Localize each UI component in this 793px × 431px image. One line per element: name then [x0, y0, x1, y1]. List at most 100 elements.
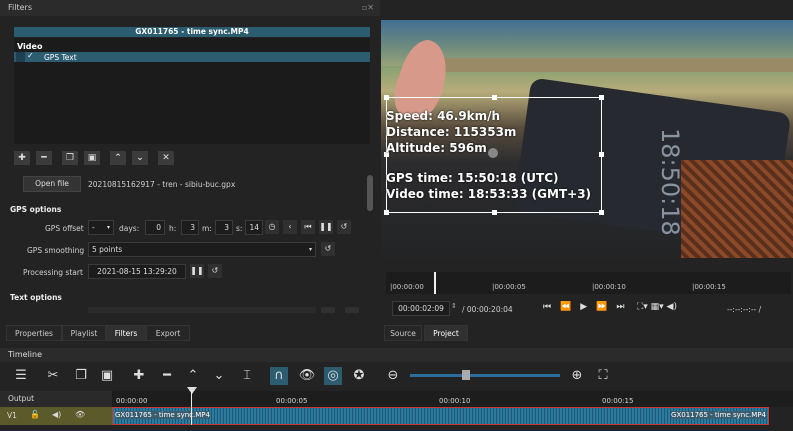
reset-smoothing-icon[interactable]: ↺ [321, 242, 335, 256]
processing-pause-icon[interactable]: ❚❚ [190, 264, 204, 278]
zoom-fit-icon[interactable]: ⛶ [594, 367, 612, 385]
output-track-header: Output [0, 391, 112, 407]
text-options-button[interactable] [321, 307, 335, 313]
timeline-ruler[interactable]: 00:00:00 00:00:05 00:00:10 00:00:15 [112, 391, 793, 407]
tab-project[interactable]: Project [424, 325, 468, 341]
tl-ruler-label-0: 00:00:00 [116, 397, 148, 405]
video-preview[interactable]: 18:50:18 Speed: 46.9km/h Distance: 11535… [381, 20, 793, 258]
gps-options-heading: GPS options [10, 205, 62, 214]
ripple-icon[interactable]: ◎ [324, 367, 342, 385]
lift-icon[interactable]: ⌃ [184, 367, 202, 385]
seconds-input[interactable]: 14 [245, 220, 263, 235]
paste-icon[interactable]: ▣ [98, 367, 116, 385]
filter-list[interactable]: Video ✓ GPS Text [14, 38, 370, 144]
lock-icon[interactable]: 🔓 [30, 410, 40, 419]
dashboard [681, 160, 793, 258]
offset-sign-select[interactable]: - ▾ [88, 220, 114, 235]
cut-icon[interactable]: ✂ [44, 367, 62, 385]
player-playhead[interactable] [434, 272, 436, 294]
text-options-heading: Text options [10, 293, 62, 302]
hours-input[interactable]: 3 [181, 220, 199, 235]
copy-filter-button[interactable]: ❐ [62, 151, 78, 165]
days-label: days: [119, 224, 140, 233]
timeline-title: Timeline [8, 350, 43, 359]
move-down-button[interactable]: ⌄ [132, 151, 148, 165]
zoom-slider-handle[interactable] [462, 370, 470, 380]
filter-item-gps-text[interactable]: ✓ GPS Text [14, 51, 370, 62]
handle-tl[interactable] [384, 95, 389, 100]
tab-playlist[interactable]: Playlist [62, 325, 106, 341]
add-filter-button[interactable]: ✚ [14, 151, 30, 165]
snap-icon[interactable]: ∩ [270, 367, 288, 385]
copy-icon[interactable]: ❐ [72, 367, 90, 385]
deselect-filter-button[interactable]: ✕ [158, 151, 174, 165]
v1-track-name: V1 [7, 411, 17, 420]
gps-smoothing-label: GPS smoothing [27, 246, 85, 255]
field-strip [421, 58, 793, 72]
panel-float-close-icon[interactable]: ▫✕ [362, 3, 374, 12]
gps-smoothing-select[interactable]: 5 points ▾ [88, 242, 316, 257]
handle-tr[interactable] [599, 95, 604, 100]
ripple-all-icon[interactable]: ✪ [350, 367, 368, 385]
minutes-label: m: [202, 224, 212, 233]
zoom-out-icon[interactable]: ⊖ [384, 367, 402, 385]
transport-controls[interactable]: ⏮⏪▶⏩⏭ [543, 302, 634, 312]
overlay-distance: Distance: 115353m [386, 125, 517, 139]
zoom-in-icon[interactable]: ⊕ [568, 367, 586, 385]
player-ruler-label-5: |00:00:05 [492, 283, 526, 291]
filters-scrollbar[interactable] [367, 175, 373, 211]
handle-r[interactable] [599, 152, 604, 157]
prev-point-icon[interactable]: ‹ [283, 220, 297, 234]
filters-panel-title: Filters ▫✕ [0, 0, 380, 16]
current-time-field[interactable]: 00:00:02:09 [392, 301, 450, 316]
player-ruler[interactable]: |00:00:00 |00:00:05 |00:00:10 |00:00:15 [386, 272, 791, 294]
zoom-slider[interactable] [410, 374, 560, 377]
overlay-center-handle[interactable] [488, 148, 498, 158]
video-group-label: Video [17, 42, 43, 51]
reset-processing-icon[interactable]: ↺ [208, 264, 222, 278]
filter-enable-checkbox[interactable]: ✓ [27, 51, 34, 60]
overwrite-icon[interactable]: ⌄ [210, 367, 228, 385]
handle-bl[interactable] [384, 210, 389, 215]
timeline-playhead-marker[interactable] [187, 387, 197, 394]
clock-icon[interactable]: ◷ [265, 220, 279, 234]
handle-t[interactable] [492, 95, 497, 100]
text-options-field[interactable] [88, 307, 316, 313]
handle-br[interactable] [599, 210, 604, 215]
text-options-button-2[interactable] [345, 307, 359, 313]
mute-icon[interactable]: ◀) [52, 410, 61, 419]
player-extra-controls[interactable]: ⛶▾ ▦▾ ◀) [637, 302, 677, 312]
hours-label: h: [169, 224, 177, 233]
skip-start-icon[interactable]: ⏮ [301, 220, 315, 234]
time-spinner-icon[interactable]: ⇕ [451, 302, 457, 310]
menu-icon[interactable]: ☰ [12, 367, 30, 385]
minutes-input[interactable]: 3 [215, 220, 233, 235]
days-input[interactable]: 0 [145, 220, 165, 235]
player-ruler-label-0: |00:00:00 [390, 283, 424, 291]
scrub-icon[interactable]: 👁 [298, 367, 316, 385]
tab-source[interactable]: Source [384, 325, 422, 341]
remove-icon[interactable]: ━ [158, 367, 176, 385]
reset-offset-icon[interactable]: ↺ [337, 220, 351, 234]
output-label: Output [8, 394, 35, 403]
tl-ruler-label-15: 00:00:15 [602, 397, 634, 405]
hide-icon[interactable]: 👁 [75, 410, 85, 419]
append-icon[interactable]: ✚ [130, 367, 148, 385]
paste-filter-button[interactable]: ▣ [84, 151, 100, 165]
remove-filter-button[interactable]: ━ [36, 151, 52, 165]
move-up-button[interactable]: ⌃ [110, 151, 126, 165]
overlay-speed: Speed: 46.9km/h [386, 109, 501, 123]
tab-properties[interactable]: Properties [6, 325, 62, 341]
split-icon[interactable]: ⌶ [238, 367, 256, 385]
overlay-altitude: Altitude: 596m [386, 141, 487, 155]
pause-icon[interactable]: ❚❚ [319, 220, 333, 234]
tab-filters[interactable]: Filters [106, 325, 146, 341]
processing-start-input[interactable]: 2021-08-15 13:29:20 [88, 264, 186, 279]
handle-b[interactable] [492, 210, 497, 215]
clip-label-left: GX011765 - time sync.MP4 [115, 411, 210, 419]
timeline-playhead-line [191, 391, 192, 425]
timeline-clip[interactable]: GX011765 - time sync.MP4 GX011765 - time… [112, 407, 769, 425]
tab-export[interactable]: Export [146, 325, 190, 341]
open-file-button[interactable]: Open file [23, 176, 81, 192]
clip-name-bar: GX011765 - time sync.MP4 [14, 27, 370, 37]
